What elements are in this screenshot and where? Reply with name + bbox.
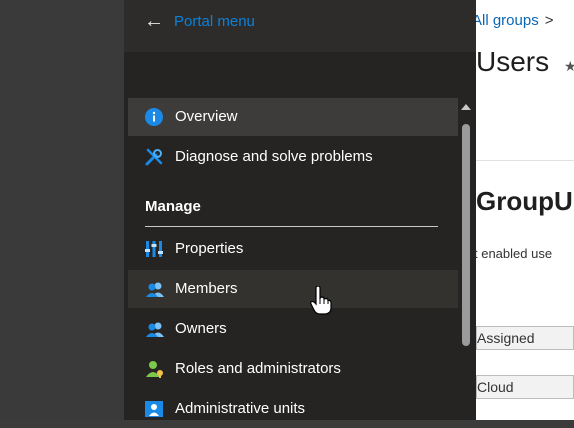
left-backdrop: [0, 0, 124, 420]
nav-item-members[interactable]: Members: [128, 270, 460, 308]
group-overview-panel: All groups > Users ★ GroupU t enabled use…: [476, 0, 574, 420]
menu-spacer: [124, 52, 476, 96]
back-arrow-icon[interactable]: ←: [144, 10, 164, 33]
portal-menu-panel: ← Portal menu Overview Diagnose and solv…: [124, 0, 476, 420]
page-title: Users: [476, 46, 550, 77]
nav-item-label: Properties: [175, 240, 244, 257]
group-subtext: t enabled use: [476, 246, 553, 261]
nav-item-label: Members: [175, 280, 238, 297]
info-icon: [145, 108, 163, 126]
membership-type-field: Assigned: [476, 326, 574, 350]
admin-units-icon: [145, 400, 163, 418]
breadcrumb[interactable]: All groups >: [476, 12, 553, 29]
properties-icon: [145, 240, 163, 258]
nav-item-label: Owners: [175, 320, 227, 337]
nav-item-admin-units[interactable]: Administrative units: [128, 390, 460, 428]
owners-icon: [145, 320, 164, 338]
members-icon: [145, 280, 164, 298]
roles-icon: [145, 360, 163, 378]
nav-item-label: Roles and administrators: [175, 360, 341, 377]
nav-item-properties[interactable]: Properties: [128, 230, 460, 268]
section-heading-manage: Manage: [145, 198, 201, 215]
pin-icon[interactable]: ★: [564, 58, 574, 75]
scroll-up-arrow-icon[interactable]: [461, 104, 471, 110]
breadcrumb-separator: >: [544, 12, 554, 29]
wrench-icon: [145, 148, 163, 166]
breadcrumb-link-all-groups[interactable]: All groups: [476, 12, 539, 29]
section-divider: [145, 226, 438, 227]
portal-menu-header: ← Portal menu: [124, 0, 476, 52]
source-field: Cloud: [476, 375, 574, 399]
nav-item-roles[interactable]: Roles and administrators: [128, 350, 460, 388]
nav-item-overview[interactable]: Overview: [128, 98, 460, 136]
nav-item-label: Overview: [175, 108, 238, 125]
nav-item-label: Administrative units: [175, 400, 306, 417]
group-heading: GroupU: [476, 186, 573, 216]
hand-cursor-icon: [310, 285, 332, 321]
scrollbar-thumb[interactable]: [462, 124, 470, 346]
portal-menu-link[interactable]: Portal menu: [174, 13, 255, 30]
divider: [476, 160, 574, 161]
nav-item-owners[interactable]: Owners: [128, 310, 460, 348]
nav-item-label: Diagnose and solve problems: [175, 148, 373, 165]
nav-item-diagnose[interactable]: Diagnose and solve problems: [128, 138, 460, 176]
